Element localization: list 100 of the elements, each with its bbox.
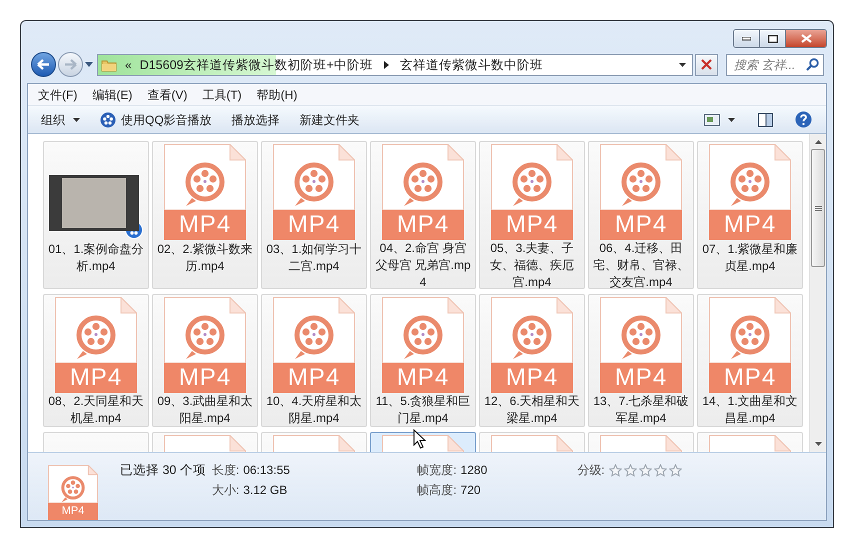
file-name: 03、1.如何学习十二宫.mp4: [265, 241, 363, 275]
rating-star-icon: [608, 464, 622, 477]
file-tile[interactable]: MP4 04、2.命宫 身宫父母宫 兄弟宫.mp4: [370, 141, 476, 289]
scroll-up-arrow-icon[interactable]: [814, 140, 822, 144]
rating-star-icon: [638, 464, 652, 477]
file-type-label: MP4: [709, 363, 791, 393]
breadcrumb-segment[interactable]: D15609玄祥道传紫微斗数初阶班+中阶班: [138, 56, 375, 74]
file-name: 13、7.七杀星和破军星.mp4: [592, 393, 690, 427]
minimize-button[interactable]: [734, 30, 760, 47]
property-label: 帧宽度:: [417, 462, 457, 479]
search-field[interactable]: 搜索 玄祥...: [726, 54, 824, 76]
menu-item[interactable]: 文件(F): [32, 86, 84, 104]
file-name: 14、1.文曲星和文昌星.mp4: [701, 393, 799, 427]
property-label: 大小:: [212, 482, 240, 499]
video-file-icon: [600, 144, 682, 210]
menu-item[interactable]: 帮助(H): [250, 86, 304, 104]
video-file-icon: [273, 144, 355, 210]
video-file-icon: [491, 144, 573, 210]
caret-icon: [728, 118, 735, 122]
close-button[interactable]: [786, 30, 826, 47]
dropdown-arrow-icon: [679, 62, 686, 67]
file-type-label: MP4: [491, 363, 573, 393]
menu-item[interactable]: 编辑(E): [86, 86, 138, 104]
preview-pane-icon[interactable]: [758, 112, 773, 126]
file-tile[interactable]: MP4 11、5.贪狼星和巨门星.mp4: [370, 294, 476, 427]
file-tile[interactable]: 01、1.案例命盘分析.mp4: [43, 141, 149, 289]
file-tile[interactable]: MP4 07、1.紫微星和廉贞星.mp4: [697, 141, 803, 289]
file-type-label: MP4: [600, 363, 682, 393]
history-dropdown-icon[interactable]: [85, 62, 93, 68]
help-icon[interactable]: [795, 111, 812, 128]
file-type-label: MP4: [382, 363, 464, 393]
property-value: 1280: [460, 462, 488, 479]
file-name: 04、2.命宫 身宫父母宫 兄弟宫.mp4: [374, 240, 472, 291]
stop-button[interactable]: [695, 54, 718, 76]
rating-star-icon: [624, 464, 637, 477]
property-label: 分级:: [577, 462, 605, 479]
mouse-cursor-icon: [413, 429, 426, 449]
breadcrumb-segment[interactable]: 玄祥道传紫微斗数中阶班: [398, 56, 545, 74]
video-file-icon: [55, 297, 137, 363]
file-tile[interactable]: MP4 09、3.武曲星和太阳星.mp4: [152, 294, 258, 427]
file-type-label: MP4: [382, 210, 464, 240]
file-name: 01、1.案例命盘分析.mp4: [47, 241, 145, 275]
maximize-button[interactable]: [760, 30, 786, 47]
file-name: 09、3.武曲星和太阳星.mp4: [156, 393, 254, 427]
file-tile[interactable]: MP4 03、1.如何学习十二宫.mp4: [261, 141, 367, 289]
view-icon: [704, 114, 720, 126]
forward-arrow-icon: [64, 59, 77, 70]
photo-placeholder: [62, 178, 126, 228]
menu-item[interactable]: 查看(V): [141, 86, 194, 104]
search-icon: [806, 58, 819, 72]
file-name: 12、6.天相星和天梁星.mp4: [483, 393, 581, 427]
file-tile[interactable]: MP4 02、2.紫微斗数来历.mp4: [152, 141, 258, 289]
file-name: 10、4.天府星和太阴星.mp4: [265, 393, 363, 427]
video-file-icon: [273, 297, 355, 363]
video-file-icon: [709, 144, 791, 210]
file-name: 11、5.贪狼星和巨门星.mp4: [374, 393, 472, 427]
file-tile[interactable]: MP4 13、7.七杀星和破军星.mp4: [588, 294, 694, 427]
file-type-label: MP4: [491, 210, 573, 240]
video-file-icon: [491, 297, 573, 363]
file-name: 08、2.天同星和天机星.mp4: [47, 393, 145, 427]
file-type-label: MP4: [55, 363, 137, 393]
video-file-icon: [164, 144, 246, 210]
breadcrumb-arrow-icon: [384, 60, 389, 69]
video-file-icon: [382, 297, 464, 363]
close-icon: [701, 59, 712, 70]
property-value: 3.12 GB: [243, 482, 288, 499]
file-tile[interactable]: MP4 06、4.迁移、田宅、财帛、官禄、交友宫.mp4: [588, 141, 694, 289]
property-value: 720: [460, 482, 482, 499]
scroll-thumb[interactable]: [811, 149, 825, 267]
file-tile[interactable]: MP4 10、4.天府星和太阴星.mp4: [261, 294, 367, 427]
file-name: 07、1.紫微星和廉贞星.mp4: [701, 241, 799, 275]
toolbar-button[interactable]: 播放选择: [226, 108, 285, 130]
film-reel-badge-icon: [125, 221, 143, 239]
vertical-scrollbar[interactable]: [809, 134, 826, 452]
video-file-icon: [382, 144, 464, 210]
scroll-down-arrow-icon[interactable]: [814, 442, 822, 446]
file-type-label: MP4: [273, 210, 355, 240]
toolbar-button[interactable]: 使用QQ影音播放: [95, 108, 217, 130]
file-type-label: MP4: [273, 363, 355, 393]
video-file-icon: [709, 297, 791, 363]
file-type-label: MP4: [48, 503, 98, 520]
file-tile[interactable]: MP4 12、6.天相星和天梁星.mp4: [479, 294, 585, 427]
rating-star-icon: [654, 464, 667, 477]
back-button[interactable]: [31, 52, 56, 78]
menu-item[interactable]: 工具(T): [196, 86, 248, 104]
file-tile[interactable]: MP4 08、2.天同星和天机星.mp4: [43, 294, 149, 427]
file-type-label: MP4: [164, 210, 246, 240]
video-file-icon: [164, 297, 246, 363]
file-type-label: MP4: [600, 210, 682, 240]
address-overflow-chevrons[interactable]: «: [125, 56, 132, 74]
selection-summary: 已选择 30 个项: [120, 462, 206, 479]
file-tile[interactable]: MP4 14、1.文曲星和文昌星.mp4: [697, 294, 803, 427]
address-bar[interactable]: « D15609玄祥道传紫微斗数初阶班+中阶班 玄祥道传紫微斗数中阶班: [97, 54, 693, 76]
file-name: 02、2.紫微斗数来历.mp4: [156, 241, 254, 275]
film-reel-icon: [100, 112, 116, 128]
toolbar-button[interactable]: 新建文件夹: [294, 108, 365, 130]
minimize-icon: [742, 36, 751, 40]
toolbar-button[interactable]: 组织: [36, 108, 85, 130]
file-tile[interactable]: MP4 05、3.夫妻、子女、福德、疾厄宫.mp4: [479, 141, 585, 289]
file-type-label: MP4: [709, 210, 791, 240]
